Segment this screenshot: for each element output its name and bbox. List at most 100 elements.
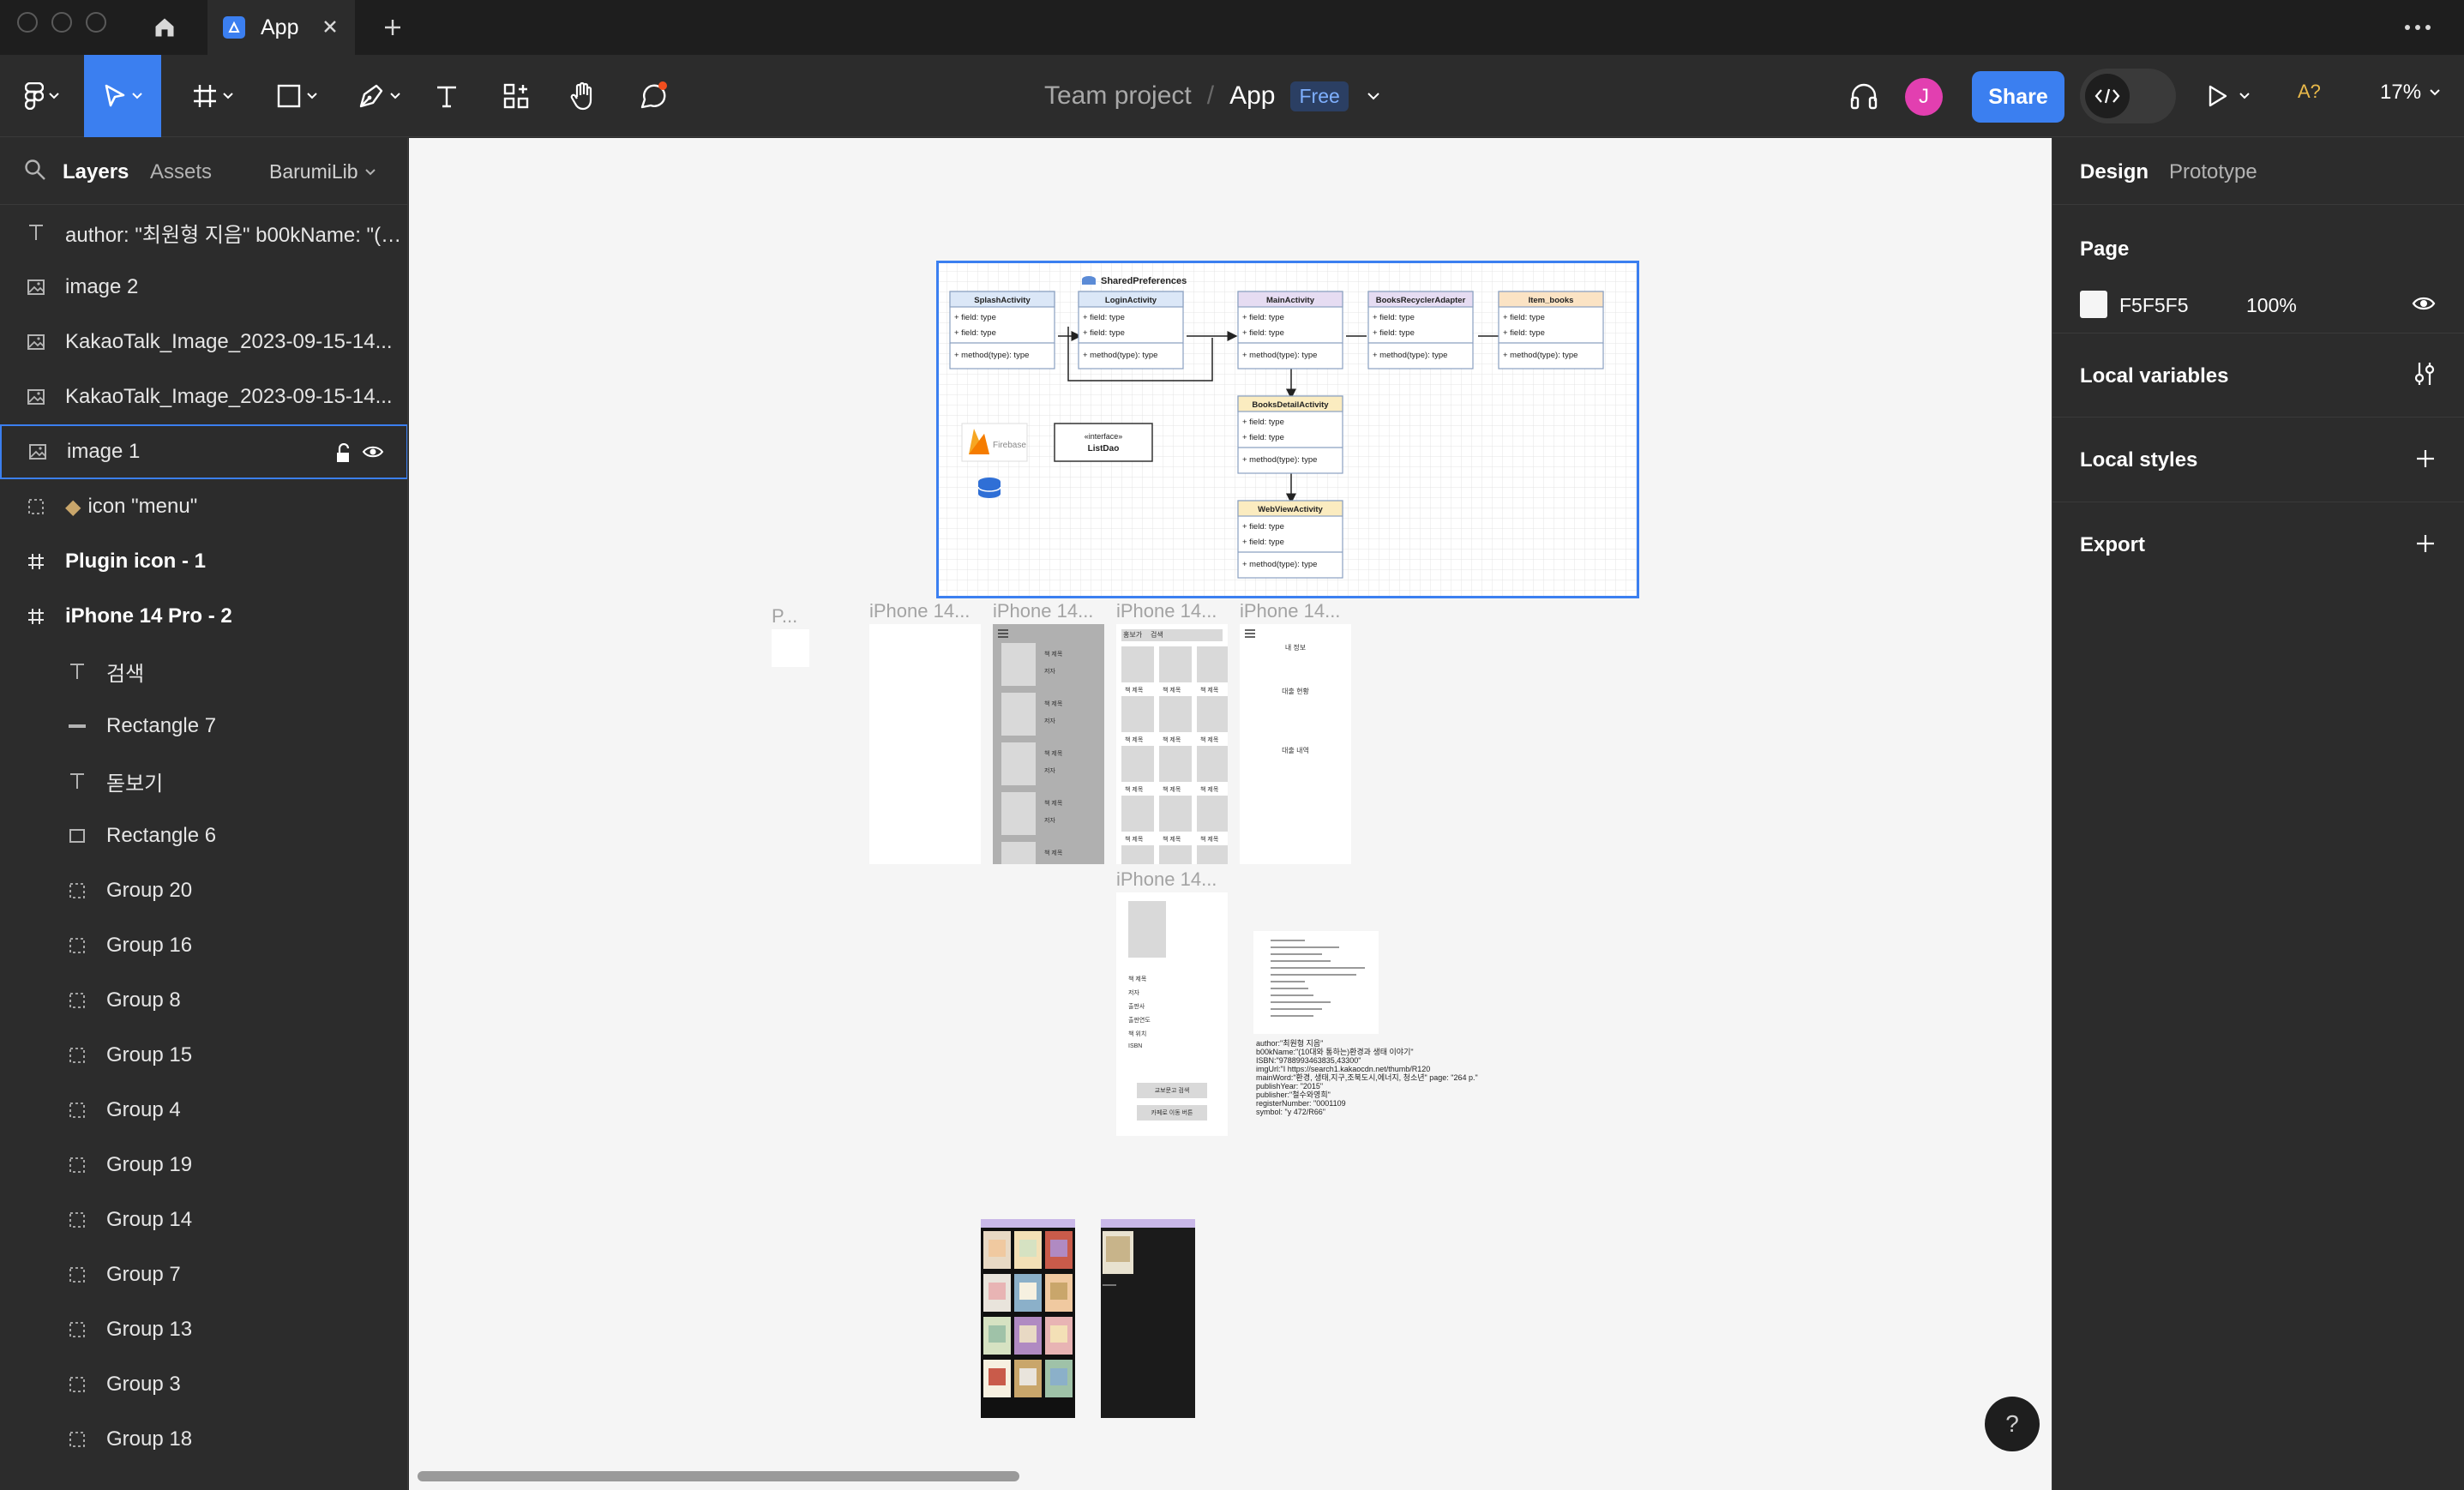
frame-tool[interactable] [182,69,243,123]
layer-row[interactable]: image 1 [0,424,407,479]
library-selector[interactable]: BarumiLib [269,160,376,183]
kakaotalk-image-grid[interactable] [981,1219,1075,1418]
layer-row[interactable]: Group 7 [0,1247,407,1302]
tab-layers[interactable]: Layers [63,160,129,184]
file-title-area[interactable]: Team project / App Free [1044,55,1379,137]
comment-tool[interactable] [633,69,674,123]
page-color-value[interactable]: F5F5F5 [2119,294,2189,317]
book-cover-art [1050,1283,1067,1300]
frame-label[interactable]: iPhone 14... [1240,600,1340,622]
class-diagram-image[interactable]: SharedPreferences SplashActivity + field:… [936,261,1639,598]
kakaotalk-image-detail[interactable] [1101,1219,1195,1418]
book-thumb-placeholder [1001,842,1036,864]
dev-mode-toggle[interactable] [2080,69,2176,123]
accessibility-check[interactable]: A? [2298,81,2321,103]
frame-label[interactable]: iPhone 14... [869,600,970,622]
window-maximize-dot[interactable] [86,12,106,33]
plus-icon[interactable] [2415,533,2436,554]
frame-label[interactable]: iPhone 14... [1116,868,1217,891]
horizontal-scrollbar[interactable] [418,1471,1019,1481]
layer-row[interactable]: Group 13 [0,1302,407,1357]
tab-design[interactable]: Design [2080,160,2148,184]
json-text-layer[interactable]: author:"최원형 지음" b00kName:"(10대와 통하는)환경과 생… [1256,1039,1478,1116]
layer-row[interactable]: iPhone 14 Pro - 2 [0,589,407,644]
layer-row[interactable]: Group 14 [0,1193,407,1247]
search-icon[interactable] [24,159,46,181]
layer-row[interactable]: 검색 [0,644,407,699]
present-button[interactable] [2207,69,2250,123]
chevron-down-icon[interactable] [1367,92,1379,100]
sliders-icon[interactable] [2413,361,2436,387]
layer-row[interactable]: Rectangle 6 [0,808,407,863]
pen-tool[interactable] [348,69,410,123]
resources-tool[interactable] [497,69,535,123]
unlock-icon[interactable] [334,443,352,464]
uml-class-name: Item_books [1529,296,1574,305]
frame-label[interactable]: P... [772,605,797,628]
team-name[interactable]: Team project [1044,81,1192,111]
grid-book-placeholder [1121,796,1154,832]
layer-row[interactable]: Group 15 [0,1028,407,1083]
plugin-icon-frame[interactable] [772,629,809,667]
frame-label[interactable]: iPhone 14... [1116,600,1217,622]
window-close-dot[interactable] [17,12,38,33]
help-button[interactable]: ? [1985,1397,2040,1451]
local-variables-title[interactable]: Local variables [2080,364,2228,388]
close-tab-button[interactable] [319,15,341,38]
layer-row[interactable]: image 2 [0,260,407,315]
plus-icon[interactable] [2415,448,2436,469]
layer-row[interactable]: Group 8 [0,973,407,1028]
frame-label[interactable]: iPhone 14... [993,600,1093,622]
layer-row[interactable]: Group 19 [0,1138,407,1193]
layer-row[interactable]: ◆ icon "menu" [0,479,407,534]
zoom-menu[interactable]: 17% [2380,81,2440,105]
window-minimize-dot[interactable] [51,12,72,33]
shape-tool[interactable] [266,69,328,123]
layer-name: Group 8 [106,988,181,1012]
main-menu-button[interactable] [15,69,69,123]
layer-row[interactable]: Plugin icon - 1 [0,534,407,589]
share-button[interactable]: Share [1972,71,2064,123]
avatar[interactable]: J [1905,78,1943,116]
file-name[interactable]: App [1229,81,1275,111]
layer-row[interactable]: Group 3 [0,1357,407,1412]
layer-row[interactable]: author: "최원형 지음" b00kName: "(1... [0,205,407,260]
chevron-down-icon [2239,93,2250,99]
layer-row[interactable]: Group 16 [0,918,407,973]
my-info-frame[interactable]: 내 정보 대출 현황 대출 내역 [1240,624,1351,864]
layer-row[interactable]: 돋보기 [0,754,407,808]
text-tool[interactable] [429,69,465,123]
layer-row[interactable]: Group 18 [0,1412,407,1467]
book-cover-art [989,1283,1006,1300]
home-button[interactable] [141,0,189,55]
new-tab-button[interactable] [372,7,413,48]
hand-tool[interactable] [564,69,602,123]
audio-button[interactable] [1845,69,1883,123]
book-list-frame[interactable]: 책 제목저자책 제목저자책 제목저자책 제목저자책 제목저자 [993,624,1104,864]
page-opacity-value[interactable]: 100% [2246,294,2297,317]
eye-icon[interactable] [2412,294,2436,313]
move-tool[interactable] [84,55,161,137]
json-screenshot-image[interactable] [1253,931,1379,1034]
chevron-down-icon [2430,89,2440,96]
file-tab[interactable]: App [207,0,355,55]
grid-book-placeholder [1159,796,1192,832]
more-menu-button[interactable] [2397,7,2438,48]
eye-icon[interactable] [362,443,384,460]
detail-field-label: 저자 [1128,990,1139,996]
layer-row[interactable]: KakaoTalk_Image_2023-09-15-14... [0,369,407,424]
layer-row[interactable]: Group 4 [0,1083,407,1138]
book-detail-frame[interactable]: 책 제목 저자 출판사 출판연도 책 위치 ISBN 교보문고 검색 카페로 이동 버튼 [1116,892,1228,1136]
layer-row[interactable]: Group 20 [0,863,407,918]
layer-name: Group 4 [106,1098,181,1121]
cafe-button[interactable]: 카페로 이동 버튼 [1137,1105,1207,1121]
layer-row[interactable]: KakaoTalk_Image_2023-09-15-14... [0,315,407,369]
tab-prototype[interactable]: Prototype [2169,160,2257,184]
tab-assets[interactable]: Assets [150,160,212,184]
splash-screen-frame[interactable] [869,624,981,864]
layer-row[interactable]: Rectangle 7 [0,699,407,754]
canvas[interactable]: SharedPreferences SplashActivity + field:… [409,138,2052,1490]
kyobo-search-button[interactable]: 교보문고 검색 [1137,1083,1207,1098]
book-grid-frame[interactable]: 홍보가 검색 책 제목 책 제목 책 제목 책 제목 책 제목 책 제목 책 제목 책 제목 책… [1116,624,1228,864]
page-color-swatch[interactable] [2080,291,2107,318]
